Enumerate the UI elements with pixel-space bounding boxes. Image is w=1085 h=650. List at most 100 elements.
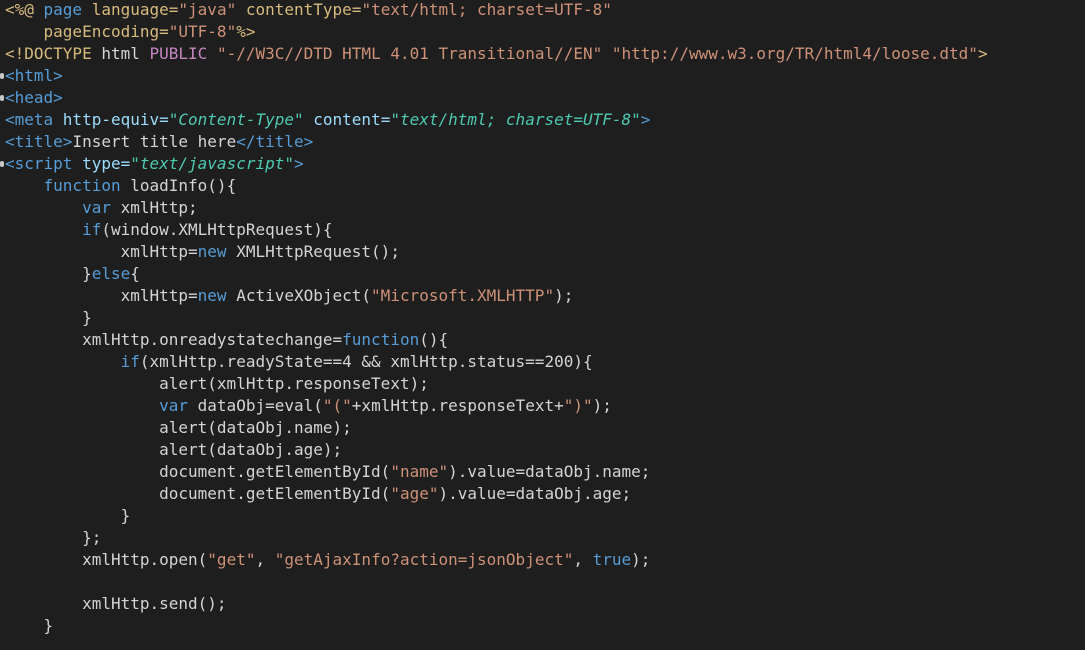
code-token: "Microsoft.XMLHTTP"	[371, 286, 555, 305]
code-token: >	[977, 44, 988, 63]
code-token: xmlHttp.onreadystatechange=	[5, 330, 343, 349]
code-line[interactable]: xmlHttp.send();	[5, 593, 227, 615]
fold-marker-icon[interactable]	[0, 73, 4, 79]
code-token: xmlHttp.open(	[5, 550, 208, 569]
code-line[interactable]: <script type="text/javascript">	[5, 153, 304, 175]
code-token: ).value=dataObj.name;	[448, 462, 651, 481]
code-token: "age"	[390, 484, 439, 503]
code-token: >	[640, 110, 651, 129]
code-token: function	[342, 330, 420, 349]
code-line[interactable]: <title>Insert title here</title>	[5, 131, 313, 153]
code-token: >	[294, 154, 304, 173]
code-line[interactable]: if(xmlHttp.readyState==4 && xmlHttp.stat…	[5, 351, 593, 373]
code-token: "getAjaxInfo?action=jsonObject"	[274, 550, 574, 569]
code-token: </title>	[236, 132, 314, 151]
code-token: ActiveXObject(	[236, 286, 372, 305]
code-token: <html>	[5, 66, 63, 85]
code-token: contentType=	[245, 0, 362, 19]
code-token: ")"	[563, 396, 593, 415]
code-token: XMLHttpRequest();	[236, 242, 400, 261]
code-line[interactable]: }	[5, 615, 54, 637]
code-line[interactable]: if(window.XMLHttpRequest){	[5, 219, 333, 241]
code-token: "java"	[178, 0, 246, 19]
code-token: );	[631, 550, 651, 569]
code-line[interactable]: xmlHttp.open("get", "getAjaxInfo?action=…	[5, 549, 650, 571]
code-token: xmlHttp=	[5, 242, 198, 261]
code-token: dataObj=eval(	[197, 396, 323, 415]
code-token: (window.XMLHttpRequest){	[101, 220, 333, 239]
code-token: <title>	[5, 132, 73, 151]
code-token: document.getElementById(	[5, 462, 391, 481]
code-line[interactable]: <html>	[5, 65, 63, 87]
code-line[interactable]: function loadInfo(){	[5, 175, 237, 197]
code-token: alert(xmlHttp.responseText);	[5, 374, 429, 393]
code-line[interactable]: xmlHttp=new ActiveXObject("Microsoft.XML…	[5, 285, 574, 307]
code-line[interactable]: alert(xmlHttp.responseText);	[5, 373, 429, 395]
code-token: alert(dataObj.age);	[5, 440, 343, 459]
code-line[interactable]: }else{	[5, 263, 140, 285]
code-token: page	[43, 0, 92, 19]
code-token: var	[159, 396, 198, 415]
code-token: ).value=dataObj.age;	[438, 484, 632, 503]
code-line[interactable]: <head>	[5, 87, 63, 109]
code-token: xmlHttp.send();	[5, 594, 227, 613]
code-token: loadInfo(){	[130, 176, 237, 195]
code-line[interactable]: }	[5, 307, 92, 329]
code-token: {	[130, 264, 140, 283]
code-token: else	[91, 264, 131, 283]
code-token: Insert title here	[72, 132, 237, 151]
code-token: "-//W3C//DTD HTML 4.01 Transitional//EN"	[216, 44, 612, 63]
code-line[interactable]: }	[5, 505, 131, 527]
code-token: "Content-Type"	[168, 110, 314, 129]
code-token: pageEncoding=	[5, 22, 169, 41]
code-token: }	[5, 616, 54, 635]
code-line[interactable]: <meta http-equiv="Content-Type" content=…	[5, 109, 650, 131]
code-token: if	[120, 352, 140, 371]
code-token: if	[82, 220, 102, 239]
code-token: ,	[255, 550, 275, 569]
code-token: html	[101, 44, 150, 63]
code-token: (xmlHttp.readyState==4 && xmlHttp.status…	[139, 352, 593, 371]
code-token: type=	[82, 154, 131, 173]
code-token: <head>	[5, 88, 63, 107]
code-line[interactable]: pageEncoding="UTF-8"%>	[5, 21, 256, 43]
code-token: "get"	[207, 550, 256, 569]
code-line[interactable]: document.getElementById("name").value=da…	[5, 461, 650, 483]
code-token: };	[5, 528, 102, 547]
fold-marker-icon[interactable]	[0, 95, 4, 101]
code-token: <!DOCTYPE	[5, 44, 102, 63]
code-line[interactable]: <%@ page language="java" contentType="te…	[5, 0, 612, 21]
code-token: document.getElementById(	[5, 484, 391, 503]
code-token: }	[5, 264, 92, 283]
code-token: <script	[5, 154, 83, 173]
code-token: +xmlHttp.responseText+	[351, 396, 564, 415]
code-editor[interactable]: <%@ page language="java" contentType="te…	[0, 0, 1085, 650]
code-line[interactable]: document.getElementById("age").value=dat…	[5, 483, 631, 505]
code-token: var	[82, 198, 121, 217]
code-line[interactable]: xmlHttp.onreadystatechange=function(){	[5, 329, 448, 351]
code-line[interactable]: alert(dataObj.age);	[5, 439, 342, 461]
code-line[interactable]: };	[5, 527, 101, 549]
code-token: }	[5, 308, 92, 327]
code-token: new	[197, 242, 237, 261]
fold-marker-icon[interactable]	[0, 161, 4, 167]
code-token: );	[554, 286, 574, 305]
code-line[interactable]: var dataObj=eval("("+xmlHttp.responseTex…	[5, 395, 612, 417]
code-token: alert(dataObj.name);	[5, 418, 352, 437]
code-line[interactable]: alert(dataObj.name);	[5, 417, 352, 439]
code-line[interactable]: xmlHttp=new XMLHttpRequest();	[5, 241, 400, 263]
code-token: http-equiv=	[62, 110, 169, 129]
code-token: %>	[236, 22, 256, 41]
code-token: "text/html; charset=UTF-8"	[361, 0, 612, 19]
code-token: "UTF-8"	[168, 22, 237, 41]
code-token: PUBLIC	[149, 44, 217, 63]
code-token: true	[592, 550, 632, 569]
code-token: }	[5, 506, 131, 525]
code-token: ,	[573, 550, 593, 569]
code-token: xmlHttp;	[120, 198, 198, 217]
code-line[interactable]: <!DOCTYPE html PUBLIC "-//W3C//DTD HTML …	[5, 43, 988, 65]
code-line[interactable]: var xmlHttp;	[5, 197, 198, 219]
